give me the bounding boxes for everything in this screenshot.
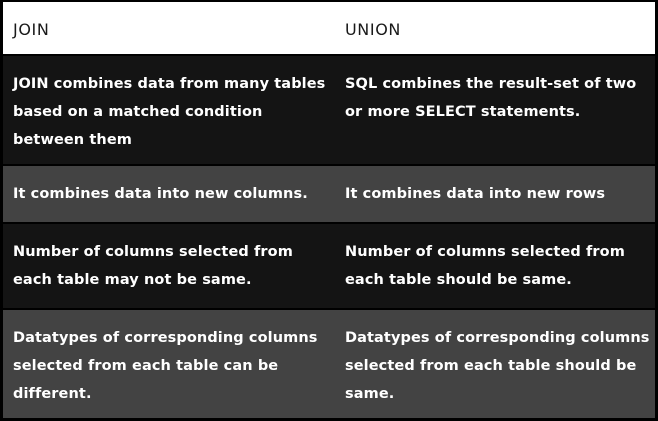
header-cell-join: JOIN [13, 20, 50, 39]
join-cell: JOIN combines data from many tables base… [13, 76, 326, 148]
table-row: Number of columns selected from each tab… [3, 224, 655, 308]
union-cell: It combines data into new rows [345, 186, 606, 202]
join-cell: Datatypes of corresponding columns selec… [13, 330, 318, 402]
table-row: It combines data into new columns. It co… [3, 166, 655, 222]
union-cell: Number of columns selected from each tab… [345, 244, 625, 288]
table-header-row: JOIN UNION [3, 2, 655, 54]
table-row: JOIN combines data from many tables base… [3, 56, 655, 164]
header-cell-union: UNION [345, 20, 401, 39]
table-row: Datatypes of corresponding columns selec… [3, 310, 655, 418]
join-cell: Number of columns selected from each tab… [13, 244, 293, 288]
join-cell: It combines data into new columns. [13, 186, 308, 202]
union-cell: SQL combines the result-set of two or mo… [345, 76, 637, 120]
union-cell: Datatypes of corresponding columns selec… [345, 330, 650, 402]
join-vs-union-table: JOIN UNION JOIN combines data from many … [0, 0, 658, 421]
